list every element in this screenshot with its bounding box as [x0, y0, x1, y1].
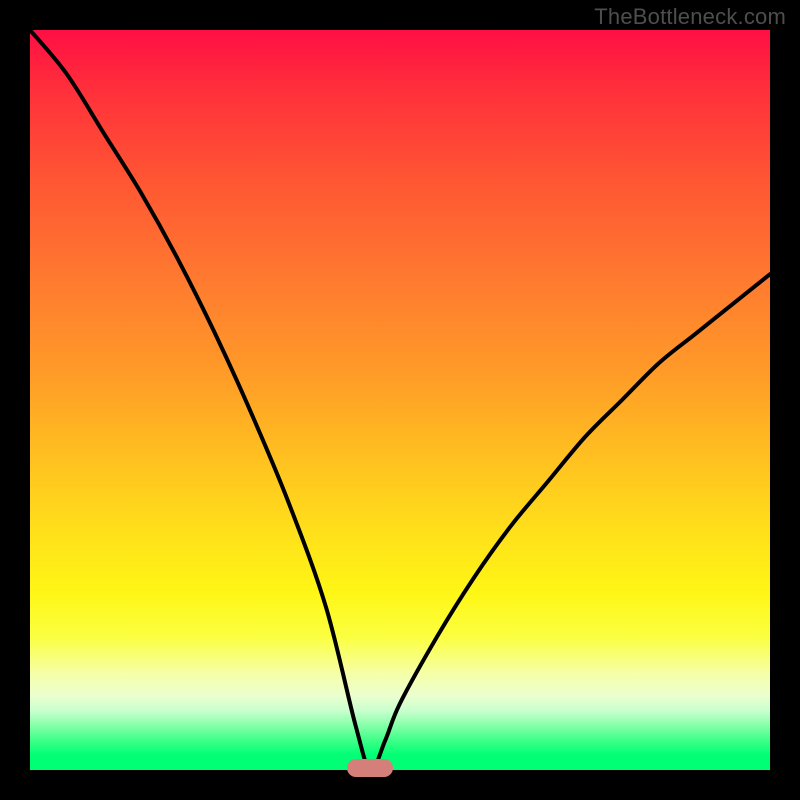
watermark-label: TheBottleneck.com: [594, 6, 786, 28]
optimum-marker: [347, 759, 393, 777]
plot-area: [30, 30, 770, 770]
curve-svg: [30, 30, 770, 770]
chart-canvas: TheBottleneck.com: [0, 0, 800, 800]
bottleneck-curve: [30, 30, 770, 770]
